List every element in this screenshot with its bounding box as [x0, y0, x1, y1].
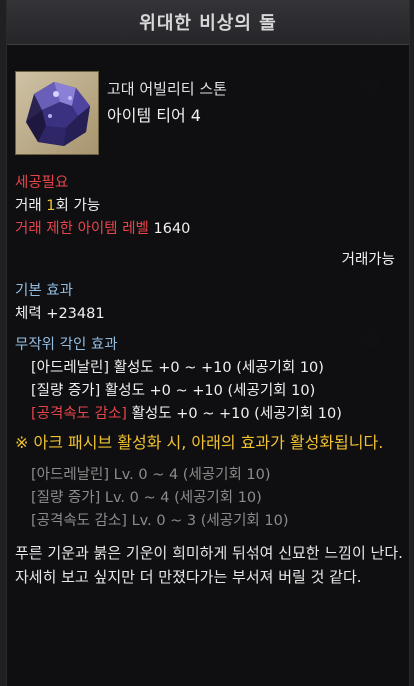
ark-passive-row: [아드레날린] Lv. 0 ~ 4 (세공기회 10) [31, 467, 271, 483]
item-tier-label: 아이템 티어 4 [107, 106, 201, 125]
engrave-name: [공격속도 감소] [31, 406, 127, 422]
trade-suffix: 회 가능 [55, 198, 101, 214]
basic-effect-header: 기본 효과 [15, 283, 73, 299]
random-engrave-section: 무작위 각인 효과 [아드레날린] 활성도 +0 ~ +10 (세공기회 10)… [15, 334, 403, 426]
engrave-row: [질량 증가] 활성도 +0 ~ +10 (세공기회 10) [31, 380, 403, 403]
ark-passive-list: [아드레날린] Lv. 0 ~ 4 (세공기회 10) [질량 증가] Lv. 0… [15, 464, 403, 533]
trade-prefix: 거래 [15, 198, 47, 214]
engrave-activity: 활성도 +0 ~ +10 (세공기회 10) [100, 383, 316, 399]
tooltip-title: 위대한 비상의 돌 [7, 0, 409, 45]
carve-required-label: 세공필요 [15, 175, 69, 191]
random-engrave-header: 무작위 각인 효과 [15, 337, 118, 353]
basic-effect-section: 기본 효과 체력 +23481 [15, 280, 403, 326]
item-tooltip: 위대한 비상의 돌 고대 어빌리티 스톤 아이템 티어 4 세공필요 거래 1회… [6, 0, 410, 686]
trade-restrict-level: 1640 [153, 221, 191, 237]
engrave-row: [아드레날린] 활성도 +0 ~ +10 (세공기회 10) [31, 357, 403, 380]
engrave-list: [아드레날린] 활성도 +0 ~ +10 (세공기회 10) [질량 증가] 활성… [15, 357, 403, 426]
tooltip-content: 세공필요 거래 1회 가능 거래 제한 아이템 레벨 1640 거래가능 기본 … [15, 172, 403, 589]
engrave-name: [아드레날린] [31, 360, 110, 376]
ark-passive-row: [공격속도 감소] Lv. 0 ~ 3 (세공기회 10) [31, 513, 289, 529]
trade-restrict-label: 거래 제한 아이템 레벨 [15, 221, 149, 237]
item-description: 푸른 기운과 붉은 기운이 희미하게 뒤섞여 신묘한 느낌이 난다. 자세히 보… [15, 544, 403, 586]
item-type-label: 고대 어빌리티 스톤 [107, 80, 227, 98]
ark-passive-row: [질량 증가] Lv. 0 ~ 4 (세공기회 10) [31, 490, 262, 506]
trade-restrict-line: 거래 제한 아이템 레벨 1640 [15, 218, 403, 241]
trade-count-value: 1 [46, 198, 56, 214]
ark-passive-notice: ※ 아크 패시브 활성화 시, 아래의 효과가 활성화됩니다. [15, 433, 384, 452]
tradeable-label: 거래가능 [341, 252, 395, 268]
engrave-activity: 활성도 +0 ~ +10 (세공기회 10) [109, 360, 324, 376]
engrave-activity: 활성도 +0 ~ +10 (세공기회 10) [126, 406, 342, 422]
ability-stone-icon [15, 71, 99, 155]
engrave-name: [질량 증가] [31, 383, 101, 399]
basic-effect-value: 체력 +23481 [15, 306, 105, 322]
trade-count-line: 거래 1회 가능 [15, 195, 403, 218]
engrave-row: [공격속도 감소] 활성도 +0 ~ +10 (세공기회 10) [31, 403, 403, 426]
item-header: 고대 어빌리티 스톤 아이템 티어 4 [7, 45, 409, 155]
